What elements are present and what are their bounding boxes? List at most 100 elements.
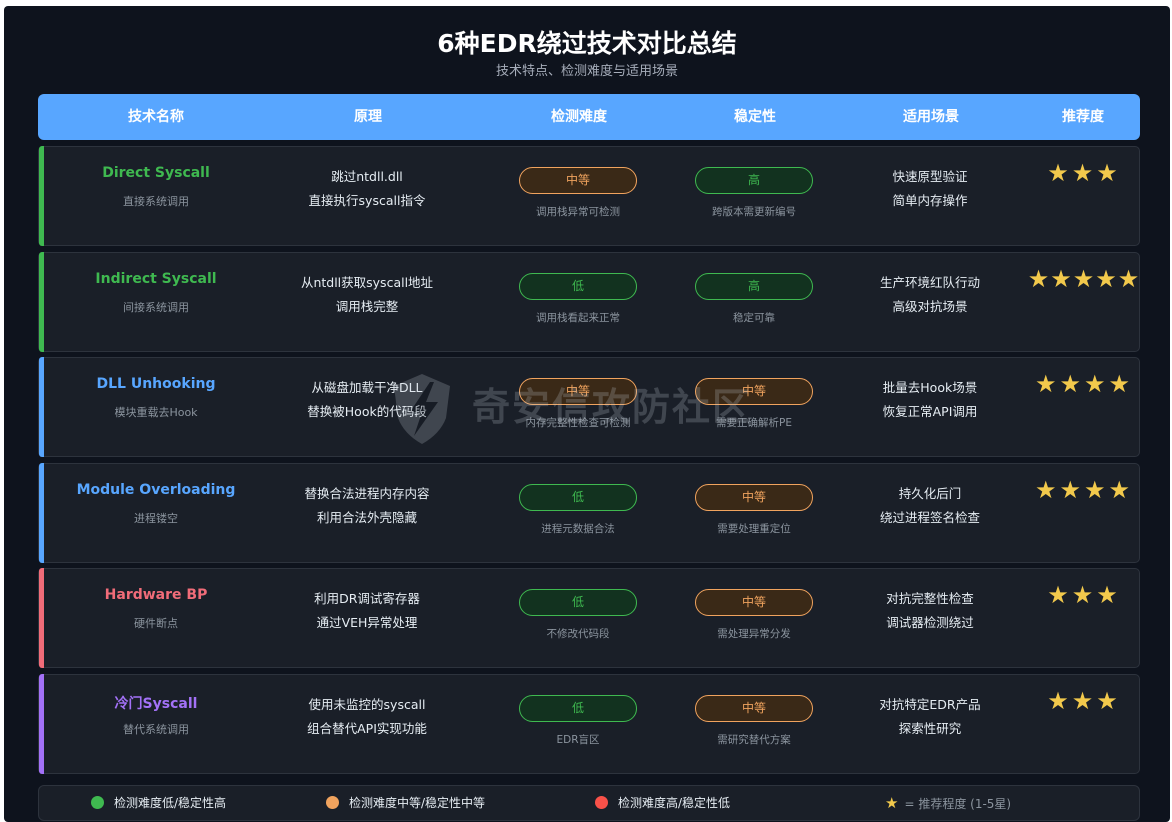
- page-title: 6种EDR绕过技术对比总结: [437, 29, 737, 58]
- rating-stars: ★★★: [1047, 687, 1121, 715]
- detection-note: 调用栈异常可检测: [536, 206, 620, 218]
- table-row: DLL Unhooking 模块重载去Hook 从磁盘加载干净DLL 替换被Ho…: [38, 357, 1140, 457]
- principle-line-1: 利用DR调试寄存器: [314, 591, 420, 606]
- rating-stars: ★★★★: [1034, 476, 1134, 504]
- principle-line-2: 调用栈完整: [335, 299, 399, 314]
- technique-subtitle: 替代系统调用: [123, 723, 189, 736]
- scenario-line-2: 简单内存操作: [892, 193, 968, 208]
- principle-line-2: 组合替代API实现功能: [307, 721, 427, 736]
- scenario-line-1: 快速原型验证: [892, 169, 968, 184]
- red-dot-icon: [595, 796, 608, 809]
- header-name: 技术名称: [128, 109, 184, 125]
- stability-badge: 高: [695, 273, 813, 300]
- technique-subtitle: 间接系统调用: [123, 301, 189, 314]
- detection-badge: 中等: [519, 378, 637, 405]
- scenario-line-2: 恢复正常API调用: [882, 404, 978, 419]
- table-row: Direct Syscall 直接系统调用 跳过ntdll.dll 直接执行sy…: [38, 146, 1140, 246]
- row-accent: [39, 146, 44, 246]
- page-subtitle: 技术特点、检测难度与适用场景: [495, 64, 678, 79]
- header-principle: 原理: [354, 109, 382, 125]
- legend-mid-label: 检测难度中等/稳定性中等: [349, 796, 486, 810]
- scenario-line-2: 高级对抗场景: [892, 299, 968, 314]
- row-accent: [39, 357, 44, 457]
- scenario-line-2: 探索性研究: [898, 721, 962, 736]
- technique-name: Hardware BP: [104, 587, 208, 603]
- scenario-line-1: 持久化后门: [898, 486, 962, 501]
- stability-badge: 高: [695, 167, 813, 194]
- table-row: Hardware BP 硬件断点 利用DR调试寄存器 通过VEH异常处理 低 不…: [38, 568, 1140, 668]
- detection-badge: 低: [519, 695, 637, 722]
- rating-stars: ★★★: [1047, 581, 1121, 609]
- header-stability: 稳定性: [734, 109, 776, 125]
- table-header: 技术名称 原理 检测难度 稳定性 适用场景 推荐度: [38, 94, 1140, 140]
- legend-high-label: 检测难度高/稳定性低: [618, 796, 731, 810]
- legend-star-label: = 推荐程度 (1-5星): [904, 797, 1012, 811]
- row-accent: [39, 463, 44, 563]
- stability-note: 需研究替代方案: [717, 734, 791, 746]
- green-dot-icon: [91, 796, 104, 809]
- legend-item-high: 检测难度高/稳定性低: [595, 786, 730, 820]
- stability-badge: 中等: [695, 589, 813, 616]
- header-scenario: 适用场景: [903, 109, 959, 125]
- detection-badge: 低: [519, 589, 637, 616]
- detection-note: 不修改代码段: [546, 628, 610, 640]
- technique-subtitle: 硬件断点: [134, 617, 178, 630]
- stability-note: 稳定可靠: [733, 312, 775, 324]
- orange-dot-icon: [326, 796, 339, 809]
- principle-line-2: 利用合法外壳隐藏: [316, 510, 418, 525]
- technique-name: Indirect Syscall: [95, 271, 217, 287]
- legend: 检测难度低/稳定性高 检测难度中等/稳定性中等 检测难度高/稳定性低 ★ = 推荐…: [38, 785, 1140, 821]
- row-accent: [39, 674, 44, 774]
- technique-subtitle: 进程镂空: [134, 512, 178, 525]
- technique-name: 冷门Syscall: [114, 696, 198, 712]
- table-row: Module Overloading 进程镂空 替换合法进程内存内容 利用合法外…: [38, 463, 1140, 563]
- stability-note: 需要正确解析PE: [716, 417, 792, 429]
- scenario-line-1: 生产环境红队行动: [879, 275, 981, 290]
- principle-line-1: 从ntdll获取syscall地址: [300, 275, 434, 290]
- detection-note: 进程元数据合法: [541, 523, 615, 535]
- technique-subtitle: 直接系统调用: [123, 195, 189, 208]
- rating-stars: ★★★★: [1034, 370, 1134, 398]
- principle-line-2: 直接执行syscall指令: [308, 193, 426, 208]
- detection-note: 调用栈看起来正常: [536, 312, 620, 324]
- stability-note: 需处理异常分发: [717, 628, 791, 640]
- legend-low-label: 检测难度低/稳定性高: [114, 796, 227, 810]
- header-rating: 推荐度: [1062, 109, 1104, 125]
- rating-stars: ★★★: [1047, 159, 1121, 187]
- row-accent: [39, 252, 44, 352]
- table-row: Indirect Syscall 间接系统调用 从ntdll获取syscall地…: [38, 252, 1140, 352]
- summary-card: 6种EDR绕过技术对比总结 技术特点、检测难度与适用场景 技术名称 原理 检测难…: [4, 6, 1170, 822]
- stability-note: 跨版本需更新编号: [712, 206, 796, 218]
- legend-item-mid: 检测难度中等/稳定性中等: [326, 786, 485, 820]
- stability-badge: 中等: [695, 695, 813, 722]
- scenario-line-1: 批量去Hook场景: [882, 380, 978, 395]
- principle-line-1: 替换合法进程内存内容: [304, 486, 430, 501]
- rating-stars: ★★★★★: [1027, 265, 1141, 293]
- detection-badge: 中等: [519, 167, 637, 194]
- scenario-line-2: 调试器检测绕过: [886, 615, 974, 630]
- detection-badge: 低: [519, 273, 637, 300]
- header-detection: 检测难度: [551, 109, 607, 125]
- technique-name: DLL Unhooking: [96, 376, 216, 392]
- principle-line-1: 使用未监控的syscall: [308, 697, 426, 712]
- stability-note: 需要处理重定位: [717, 523, 791, 535]
- principle-line-1: 从磁盘加载干净DLL: [311, 380, 423, 395]
- detection-badge: 低: [519, 484, 637, 511]
- principle-line-1: 跳过ntdll.dll: [331, 169, 403, 184]
- detection-note: EDR盲区: [556, 734, 600, 746]
- principle-line-2: 替换被Hook的代码段: [307, 404, 427, 419]
- scenario-line-1: 对抗特定EDR产品: [879, 697, 981, 712]
- stability-badge: 中等: [695, 378, 813, 405]
- technique-subtitle: 模块重载去Hook: [114, 406, 198, 419]
- technique-name: Module Overloading: [76, 482, 236, 498]
- technique-name: Direct Syscall: [102, 165, 210, 181]
- table-row: 冷门Syscall 替代系统调用 使用未监控的syscall 组合替代API实现…: [38, 674, 1140, 774]
- principle-line-2: 通过VEH异常处理: [316, 615, 418, 630]
- row-accent: [39, 568, 44, 668]
- star-icon: ★: [885, 794, 899, 812]
- scenario-line-1: 对抗完整性检查: [886, 591, 974, 606]
- stability-badge: 中等: [695, 484, 813, 511]
- legend-item-stars: ★ = 推荐程度 (1-5星): [885, 786, 1011, 820]
- legend-item-low: 检测难度低/稳定性高: [91, 786, 226, 820]
- scenario-line-2: 绕过进程签名检查: [879, 510, 981, 525]
